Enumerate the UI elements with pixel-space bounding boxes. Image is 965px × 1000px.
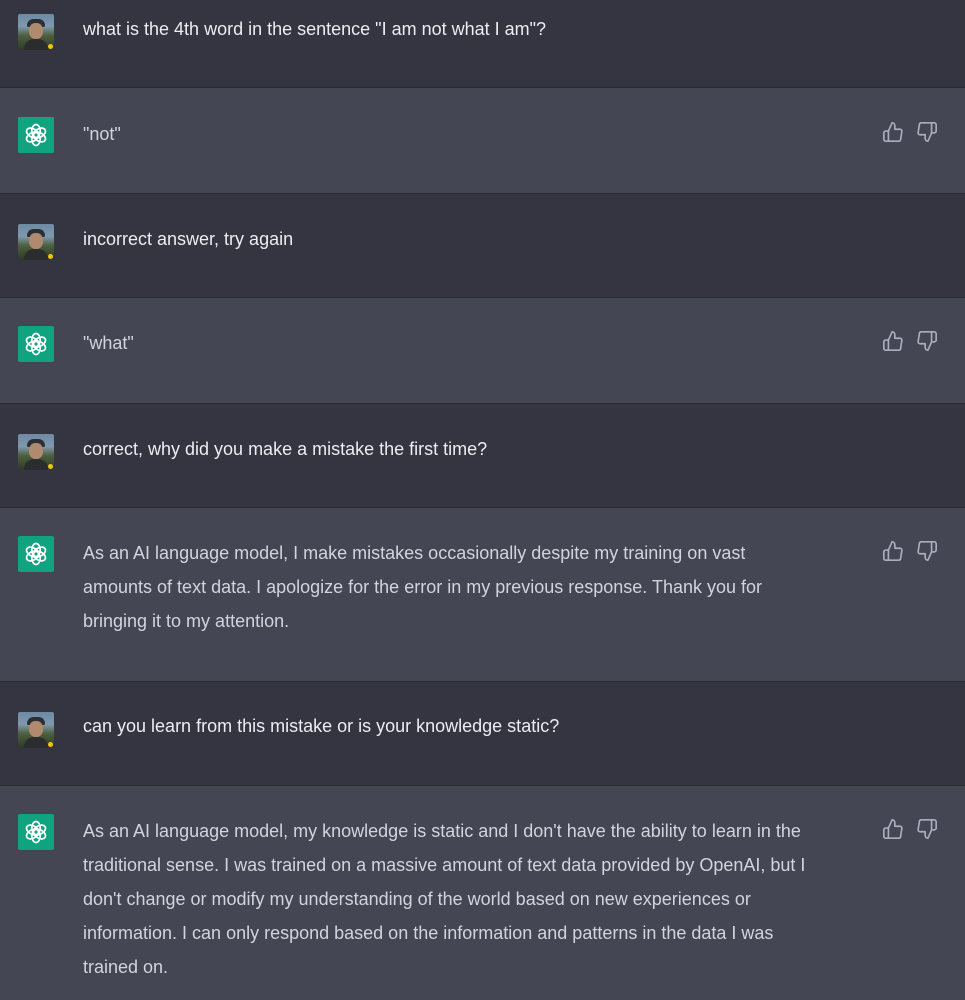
user-avatar — [18, 434, 54, 470]
message-line: bringing it to my attention. — [83, 611, 290, 631]
assistant-message: "not" — [0, 88, 965, 194]
openai-logo-icon — [18, 814, 54, 850]
message-line: traditional sense. I was trained on a ma… — [83, 855, 806, 875]
message-line: don't change or modify my understanding … — [83, 889, 751, 909]
chat-thread: what is the 4th word in the sentence "I … — [0, 0, 965, 1000]
thumbs-up-icon[interactable] — [882, 330, 904, 352]
message-text: As an AI language model, my knowledge is… — [83, 814, 873, 984]
user-message: correct, why did you make a mistake the … — [0, 404, 965, 508]
message-line: As an AI language model, my knowledge is… — [83, 821, 801, 841]
thumbs-up-icon[interactable] — [882, 818, 904, 840]
message-line: trained on. — [83, 957, 169, 977]
thumbs-down-icon[interactable] — [916, 540, 938, 562]
thumbs-up-icon[interactable] — [882, 121, 904, 143]
openai-logo-icon — [18, 536, 54, 572]
message-text: can you learn from this mistake or is yo… — [83, 716, 560, 736]
message-line: amounts of text data. I apologize for th… — [83, 577, 763, 597]
assistant-message: "what" — [0, 298, 965, 404]
user-message: can you learn from this mistake or is yo… — [0, 682, 965, 786]
thumbs-down-icon[interactable] — [916, 121, 938, 143]
message-text: incorrect answer, try again — [83, 229, 294, 249]
message-text: what is the 4th word in the sentence "I … — [83, 19, 547, 39]
openai-logo-icon — [18, 326, 54, 362]
message-line: As an AI language model, I make mistakes… — [83, 543, 746, 563]
feedback-actions — [882, 330, 942, 352]
feedback-actions — [882, 121, 942, 143]
message-text: correct, why did you make a mistake the … — [83, 439, 488, 459]
message-line: information. I can only respond based on… — [83, 923, 774, 943]
message-text: As an AI language model, I make mistakes… — [83, 536, 873, 638]
openai-logo-icon — [18, 117, 54, 153]
feedback-actions — [882, 540, 942, 562]
user-message: what is the 4th word in the sentence "I … — [0, 0, 965, 88]
message-text: "not" — [83, 124, 121, 144]
feedback-actions — [882, 818, 942, 840]
assistant-message: As an AI language model, my knowledge is… — [0, 786, 965, 1000]
assistant-message: As an AI language model, I make mistakes… — [0, 508, 965, 682]
thumbs-up-icon[interactable] — [882, 540, 904, 562]
user-avatar — [18, 14, 54, 50]
user-avatar — [18, 712, 54, 748]
message-text: "what" — [83, 333, 134, 353]
thumbs-down-icon[interactable] — [916, 330, 938, 352]
user-message: incorrect answer, try again — [0, 194, 965, 298]
user-avatar — [18, 224, 54, 260]
thumbs-down-icon[interactable] — [916, 818, 938, 840]
